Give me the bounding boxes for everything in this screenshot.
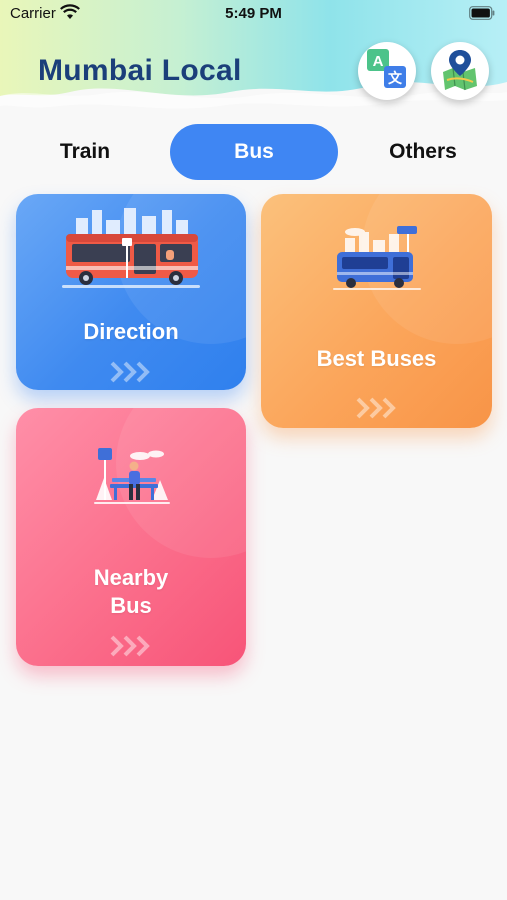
nearby-bus-card[interactable]: Nearby Bus [16,408,246,666]
status-bar: Carrier 5:49 PM [0,0,507,30]
clock: 5:49 PM [225,5,282,22]
tab-bus[interactable]: Bus [170,124,338,180]
nearby-bus-label-line2: Bus [110,593,152,618]
red-bus-illustration [62,208,200,288]
battery-icon [469,6,495,20]
tab-train[interactable]: Train [14,124,156,180]
map-button[interactable] [431,42,489,100]
chevrons-right-icon [110,361,150,383]
chevrons-right-icon [110,635,150,657]
best-buses-card[interactable]: Best Buses [261,194,492,428]
svg-text:文: 文 [388,70,403,87]
best-buses-label: Best Buses [316,346,437,371]
nearby-bus-label-line1: Nearby [93,565,169,590]
direction-label: Direction [83,319,179,344]
map-pin-icon [443,50,477,91]
app-title: Mumbai Local [38,54,242,87]
bus-stop-person-illustration [94,448,170,504]
translate-button[interactable]: A 文 [358,42,416,100]
chevrons-right-icon [356,397,396,419]
svg-text:A: A [373,53,384,70]
blue-bus-illustration [333,226,421,290]
translate-icon: A 文 [367,49,406,88]
direction-card[interactable]: Direction [16,194,246,390]
tab-others[interactable]: Others [352,124,494,180]
